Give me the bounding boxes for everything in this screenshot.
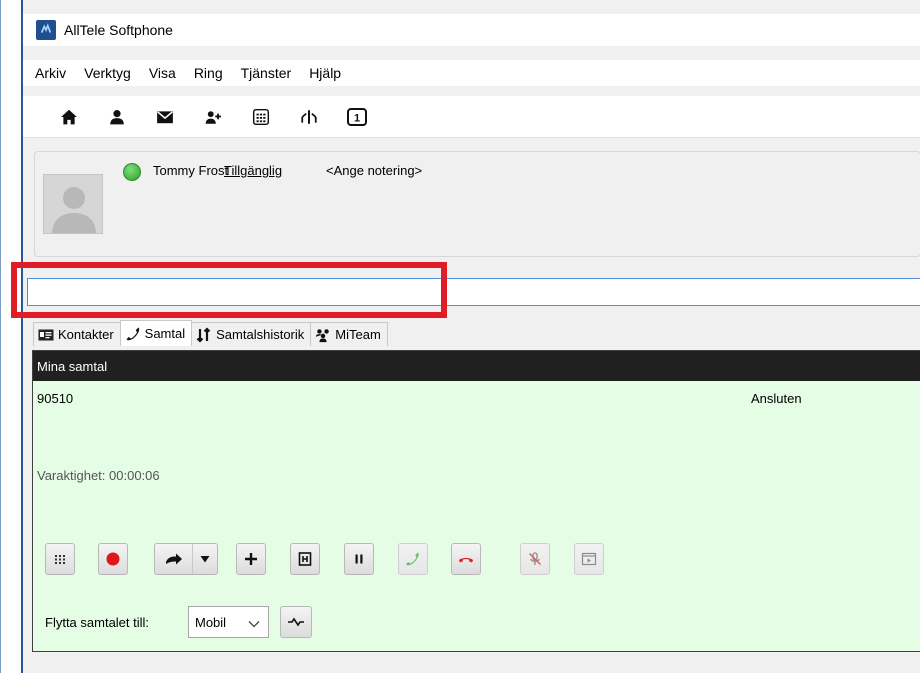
avatar-placeholder-icon — [44, 175, 102, 233]
call-state: Ansluten — [751, 391, 802, 406]
status-strip — [23, 652, 920, 673]
team-icon — [315, 328, 331, 342]
answer-button[interactable] — [398, 543, 428, 575]
add-contact-button[interactable] — [201, 105, 225, 129]
transfer-target-select[interactable]: Mobil — [188, 606, 269, 638]
forward-button[interactable] — [155, 544, 193, 574]
mute-mic-icon — [528, 552, 542, 566]
forward-split-button — [154, 543, 218, 575]
add-call-button[interactable] — [236, 543, 266, 575]
main-toolbar: 1 — [23, 96, 920, 138]
app-window: AllTele Softphone Arkiv Verktyg Visa Rin… — [0, 0, 920, 673]
menu-arkiv[interactable]: Arkiv — [29, 65, 72, 81]
tab-samtal-label: Samtal — [144, 326, 186, 341]
video-window-icon — [581, 552, 597, 566]
tab-samtalshistorik-label: Samtalshistorik — [216, 327, 305, 342]
home-icon — [61, 109, 77, 124]
chevron-down-icon — [200, 556, 210, 563]
search-row — [23, 262, 920, 306]
add-user-icon — [205, 110, 221, 124]
call-duration: Varaktighet: 00:00:06 — [37, 468, 160, 483]
dialpad-button[interactable] — [249, 105, 273, 129]
tab-kontakter[interactable]: Kontakter — [33, 322, 121, 346]
call-number: 90510 — [37, 391, 74, 406]
search-input[interactable] — [27, 278, 920, 306]
routing-button[interactable] — [297, 105, 321, 129]
home-button[interactable] — [57, 105, 81, 129]
transfer-split-icon — [301, 109, 317, 124]
menu-ring[interactable]: Ring — [188, 65, 229, 81]
profile-note[interactable]: <Ange notering> — [326, 163, 422, 178]
video-button[interactable] — [574, 543, 604, 575]
hangup-phone-icon — [458, 558, 474, 563]
transfer-target-value: Mobil — [195, 614, 227, 630]
answer-phone-icon — [406, 552, 419, 566]
line-one-icon: 1 — [347, 107, 367, 126]
profile-name: Tommy Frost — [153, 163, 229, 178]
move-call-icon — [288, 617, 304, 627]
dialpad-icon — [252, 108, 270, 125]
profile-button[interactable] — [105, 105, 129, 129]
dialpad-icon — [55, 555, 65, 564]
tab-miteam-label: MiTeam — [335, 327, 381, 342]
menu-bar: Arkiv Verktyg Visa Ring Tjänster Hjälp — [23, 60, 920, 86]
line-one-button[interactable]: 1 — [345, 105, 369, 129]
mute-button[interactable] — [520, 543, 550, 575]
forward-arrow-icon — [165, 553, 182, 565]
move-call-button[interactable] — [280, 606, 312, 638]
conference-icon — [298, 552, 312, 566]
tab-kontakter-label: Kontakter — [58, 327, 114, 342]
chevron-down-icon — [248, 616, 260, 631]
mail-icon — [157, 110, 173, 123]
calls-header: Mina samtal — [33, 351, 920, 381]
alltele-logo-icon — [36, 20, 56, 40]
presence-status-link[interactable]: Tillgänglig — [224, 163, 282, 178]
record-button[interactable] — [98, 543, 128, 575]
tab-samtal[interactable]: Samtal — [119, 320, 193, 346]
transfer-label: Flytta samtalet till: — [45, 615, 150, 630]
forward-dropdown-button[interactable] — [193, 544, 217, 574]
contact-card-icon — [38, 328, 54, 342]
dialpad-call-button[interactable] — [45, 543, 75, 575]
menu-verktyg[interactable]: Verktyg — [78, 65, 137, 81]
profile-panel: Tommy Frost Tillgänglig <Ange notering> — [34, 151, 920, 257]
menu-hjalp[interactable]: Hjälp — [303, 65, 347, 81]
record-icon — [106, 552, 120, 566]
menu-visa[interactable]: Visa — [143, 65, 182, 81]
tab-samtalshistorik[interactable]: Samtalshistorik — [191, 322, 312, 346]
title-bar: AllTele Softphone — [23, 14, 920, 46]
phone-handset-icon — [125, 327, 141, 341]
app-title: AllTele Softphone — [64, 22, 173, 38]
hangup-button[interactable] — [451, 543, 481, 575]
presence-status-icon[interactable] — [123, 163, 141, 181]
messages-button[interactable] — [153, 105, 177, 129]
user-icon — [110, 109, 124, 124]
tab-bar: Kontakter Samtal Samtalshistorik MiTeam — [33, 320, 388, 346]
conference-button[interactable] — [290, 543, 320, 575]
tab-miteam[interactable]: MiTeam — [310, 322, 388, 346]
pause-icon — [355, 554, 363, 564]
desktop-edge — [1, 0, 21, 673]
svg-text:1: 1 — [354, 112, 360, 124]
hold-button[interactable] — [344, 543, 374, 575]
menu-tjanster[interactable]: Tjänster — [235, 65, 298, 81]
avatar[interactable] — [43, 174, 103, 234]
plus-icon — [245, 553, 257, 565]
calls-panel: Mina samtal 90510 Ansluten Varaktighet: … — [32, 350, 920, 652]
call-history-icon — [196, 326, 212, 343]
